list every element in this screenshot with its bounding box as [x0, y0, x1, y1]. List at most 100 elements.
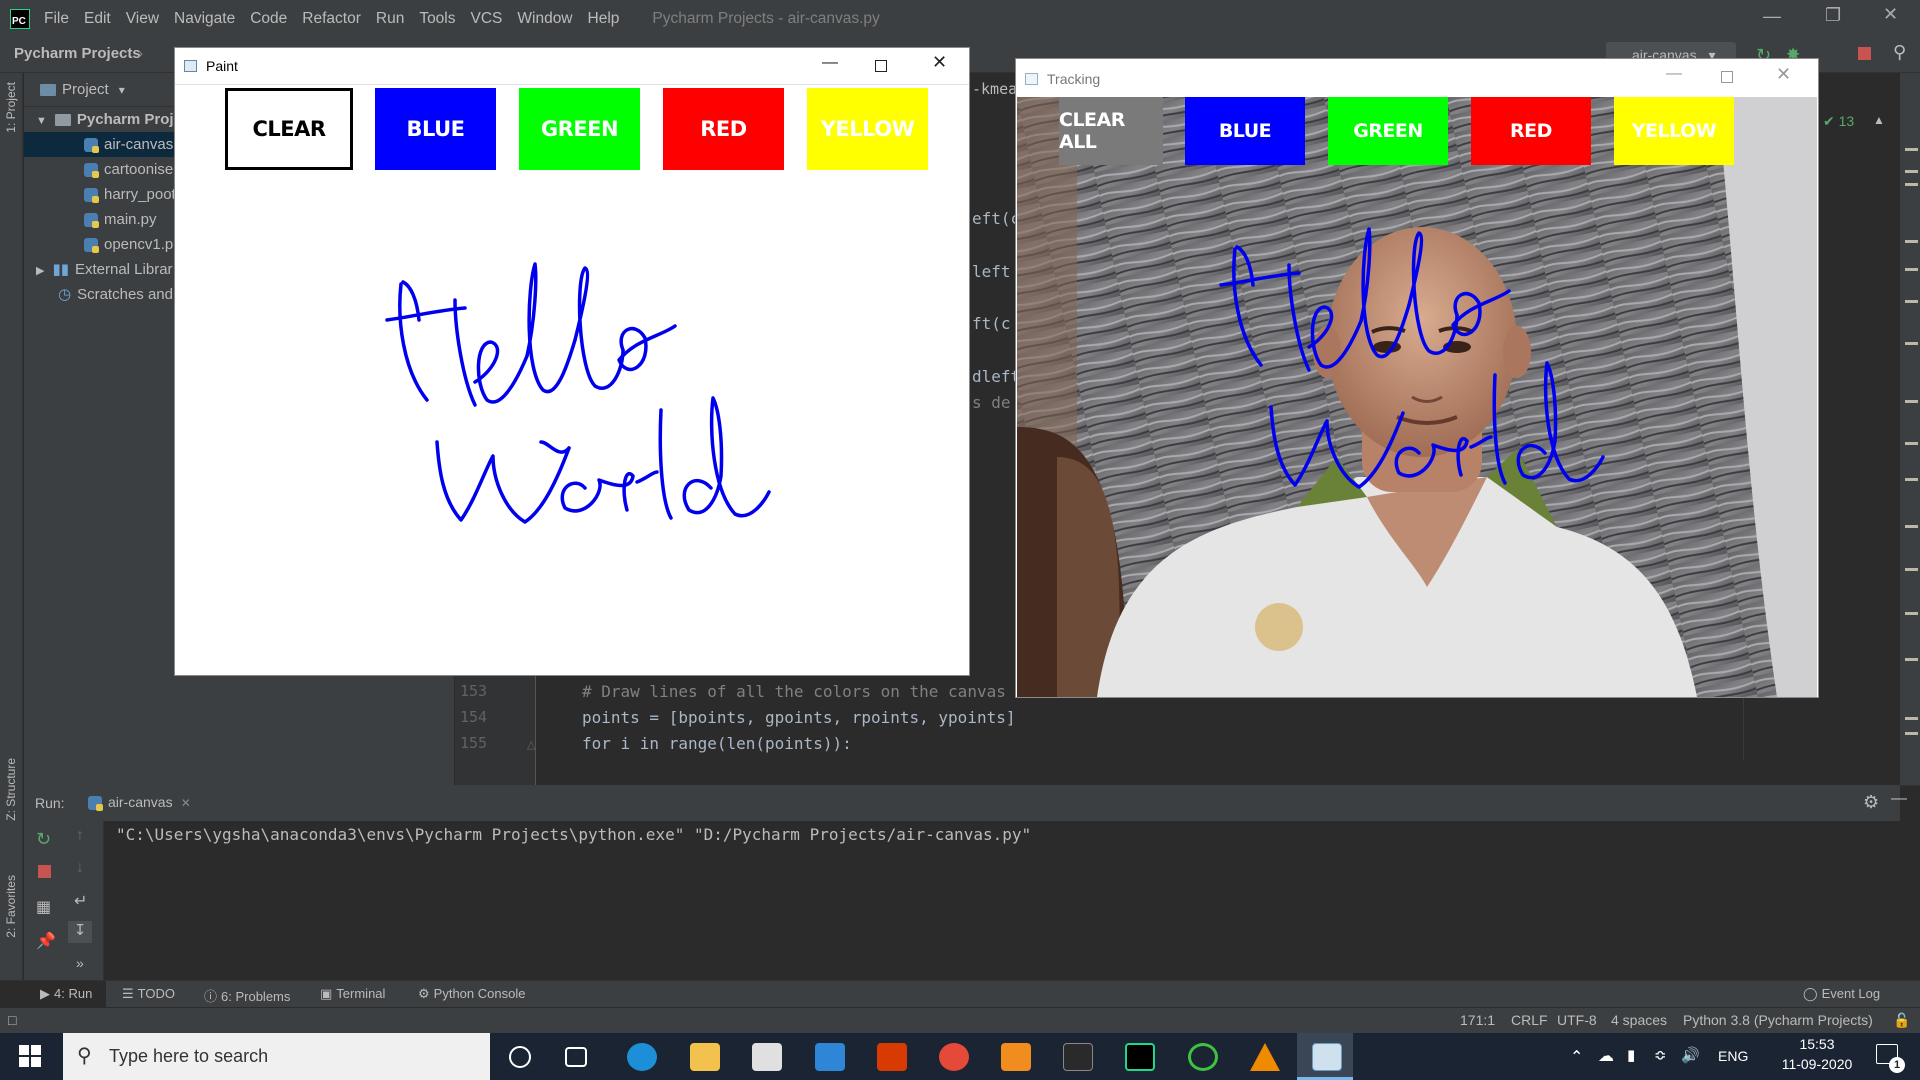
close-icon[interactable]: ✕ — [932, 52, 947, 73]
chevron-up-icon[interactable]: ▲ — [1873, 113, 1885, 127]
tab-problems[interactable]: ⓘ 6: Problems — [204, 986, 290, 1005]
paint-blue-button[interactable]: BLUE — [375, 88, 496, 170]
tracking-red-button[interactable]: RED — [1471, 97, 1591, 165]
soft-wrap-icon[interactable]: ↵ — [74, 891, 87, 911]
pycharm-icon[interactable] — [1125, 1043, 1155, 1071]
onedrive-icon[interactable]: ☁ — [1598, 1046, 1614, 1066]
structure-tool-tab[interactable]: Z: Structure — [4, 758, 18, 821]
menu-refactor[interactable]: Refactor — [302, 10, 361, 28]
tree-file-opencv1[interactable]: opencv1.p — [84, 232, 173, 257]
clock-date[interactable]: 11-09-2020 — [1768, 1056, 1866, 1072]
search-icon[interactable]: ⚲ — [1893, 42, 1906, 63]
tree-file-main[interactable]: main.py — [84, 207, 157, 232]
close-icon[interactable]: ✕ — [1776, 64, 1791, 85]
favorites-tool-tab[interactable]: 2: Favorites — [4, 875, 18, 938]
paint-clear-button[interactable]: CLEAR — [225, 88, 353, 170]
file-explorer-icon[interactable] — [690, 1043, 720, 1071]
fold-icon[interactable]: △ — [527, 738, 535, 751]
tab-terminal[interactable]: ▣ Terminal — [320, 986, 385, 1002]
project-tool-tab[interactable]: 1: Project — [4, 82, 18, 133]
breadcrumb[interactable]: Pycharm Projects — [14, 45, 141, 62]
restore-icon[interactable]: ❐ — [1825, 5, 1841, 26]
file-encoding[interactable]: UTF-8 — [1557, 1012, 1597, 1028]
sublime-icon[interactable] — [1001, 1043, 1031, 1071]
cortana-icon[interactable] — [509, 1046, 531, 1068]
store-icon[interactable] — [752, 1043, 782, 1071]
run-tab[interactable]: air-canvas ✕ — [88, 794, 191, 812]
office-icon[interactable] — [877, 1043, 907, 1071]
menu-window[interactable]: Window — [517, 10, 572, 28]
task-view-icon[interactable] — [565, 1047, 587, 1067]
tab-python-console[interactable]: ⚙ Python Console — [418, 986, 525, 1002]
close-icon[interactable]: ✕ — [1883, 4, 1898, 25]
arrow-up-icon[interactable]: ↑ — [76, 827, 84, 845]
tracking-blue-button[interactable]: BLUE — [1185, 97, 1305, 165]
menu-view[interactable]: View — [126, 10, 159, 28]
hide-panel-icon[interactable]: — — [1891, 790, 1907, 808]
caret-position[interactable]: 171:1 — [1460, 1012, 1495, 1028]
volume-icon[interactable]: 🔊 — [1681, 1046, 1700, 1064]
language-indicator[interactable]: ENG — [1718, 1048, 1748, 1064]
pin-icon[interactable]: 📌 — [36, 931, 56, 951]
tab-run[interactable]: ▶ 4: Run — [40, 986, 92, 1002]
stop-icon[interactable] — [1858, 47, 1871, 60]
spinner-app-icon[interactable] — [1188, 1043, 1218, 1071]
layout-icon[interactable]: ▦ — [36, 897, 51, 917]
windows-start-icon[interactable] — [19, 1045, 41, 1067]
maximize-icon[interactable] — [1721, 71, 1733, 83]
tab-todo[interactable]: ☰ TODO — [122, 986, 175, 1002]
toggle-tool-windows-icon[interactable]: □ — [8, 1012, 16, 1028]
lock-icon[interactable]: 🔓 — [1893, 1012, 1910, 1029]
indent-setting[interactable]: 4 spaces — [1611, 1012, 1667, 1028]
tree-file-cartoonise[interactable]: cartoonise — [84, 157, 173, 182]
tree-scratches[interactable]: ◷ Scratches and — [58, 282, 173, 307]
close-tab-icon[interactable]: ✕ — [181, 796, 191, 810]
battery-icon[interactable]: ▮ — [1627, 1046, 1635, 1064]
paint-green-button[interactable]: GREEN — [519, 88, 640, 170]
paint-canvas[interactable] — [175, 170, 969, 675]
menu-vcs[interactable]: VCS — [471, 10, 503, 28]
tree-file-harry-poot[interactable]: harry_poot — [84, 182, 176, 207]
menu-navigate[interactable]: Navigate — [174, 10, 235, 28]
event-log[interactable]: ◯ Event Log — [1803, 986, 1880, 1002]
maximize-icon[interactable] — [875, 60, 887, 72]
edge-icon[interactable] — [627, 1043, 657, 1071]
interpreter[interactable]: Python 3.8 (Pycharm Projects) — [1683, 1012, 1873, 1028]
inspection-ok-icon[interactable]: ✔ 13 — [1823, 113, 1854, 130]
line-separator[interactable]: CRLF — [1511, 1012, 1548, 1028]
scroll-to-end-icon[interactable]: ↧ — [68, 921, 92, 943]
more-icon[interactable]: » — [76, 955, 84, 971]
menu-code[interactable]: Code — [250, 10, 287, 28]
paint-red-button[interactable]: RED — [663, 88, 784, 170]
chevron-down-icon[interactable]: ▾ — [119, 83, 125, 97]
clock-time[interactable]: 15:53 — [1786, 1036, 1848, 1052]
terminal-icon[interactable] — [1063, 1043, 1093, 1071]
menu-run[interactable]: Run — [376, 10, 404, 28]
tree-file-air-canvas[interactable]: air-canvas. — [84, 132, 177, 157]
minimize-icon[interactable]: — — [822, 54, 838, 72]
folder-icon — [54, 114, 71, 127]
mail-icon[interactable] — [815, 1043, 845, 1071]
gear-icon[interactable]: ⚙ — [1863, 792, 1879, 813]
arrow-down-icon[interactable]: ↓ — [76, 859, 84, 877]
paint-app-icon[interactable] — [1312, 1043, 1342, 1071]
menu-tools[interactable]: Tools — [419, 10, 455, 28]
menu-edit[interactable]: Edit — [84, 10, 111, 28]
minimize-icon[interactable]: — — [1763, 6, 1781, 27]
tree-root[interactable]: ▼ Pycharm Proj — [36, 107, 174, 132]
menu-help[interactable]: Help — [588, 10, 620, 28]
chevron-up-icon[interactable]: ⌃ — [1570, 1047, 1583, 1067]
stop-icon[interactable] — [38, 865, 51, 878]
rerun-icon[interactable]: ↻ — [36, 829, 51, 850]
tracking-yellow-button[interactable]: YELLOW — [1614, 97, 1734, 165]
tracking-green-button[interactable]: GREEN — [1328, 97, 1448, 165]
minimize-icon[interactable]: — — [1666, 65, 1682, 83]
paint-yellow-button[interactable]: YELLOW — [807, 88, 928, 170]
tracking-clear-all-button[interactable]: CLEAR ALL — [1059, 97, 1163, 165]
tree-external-libraries[interactable]: ▶ ▮▮ External Librar — [36, 257, 173, 282]
wifi-icon[interactable]: ≎ — [1654, 1046, 1667, 1064]
taskbar-search-box[interactable]: ⚲ Type here to search — [63, 1033, 490, 1080]
project-panel-title[interactable]: Project — [62, 81, 109, 98]
menu-file[interactable]: File — [44, 10, 69, 28]
chrome-icon[interactable] — [939, 1043, 969, 1071]
